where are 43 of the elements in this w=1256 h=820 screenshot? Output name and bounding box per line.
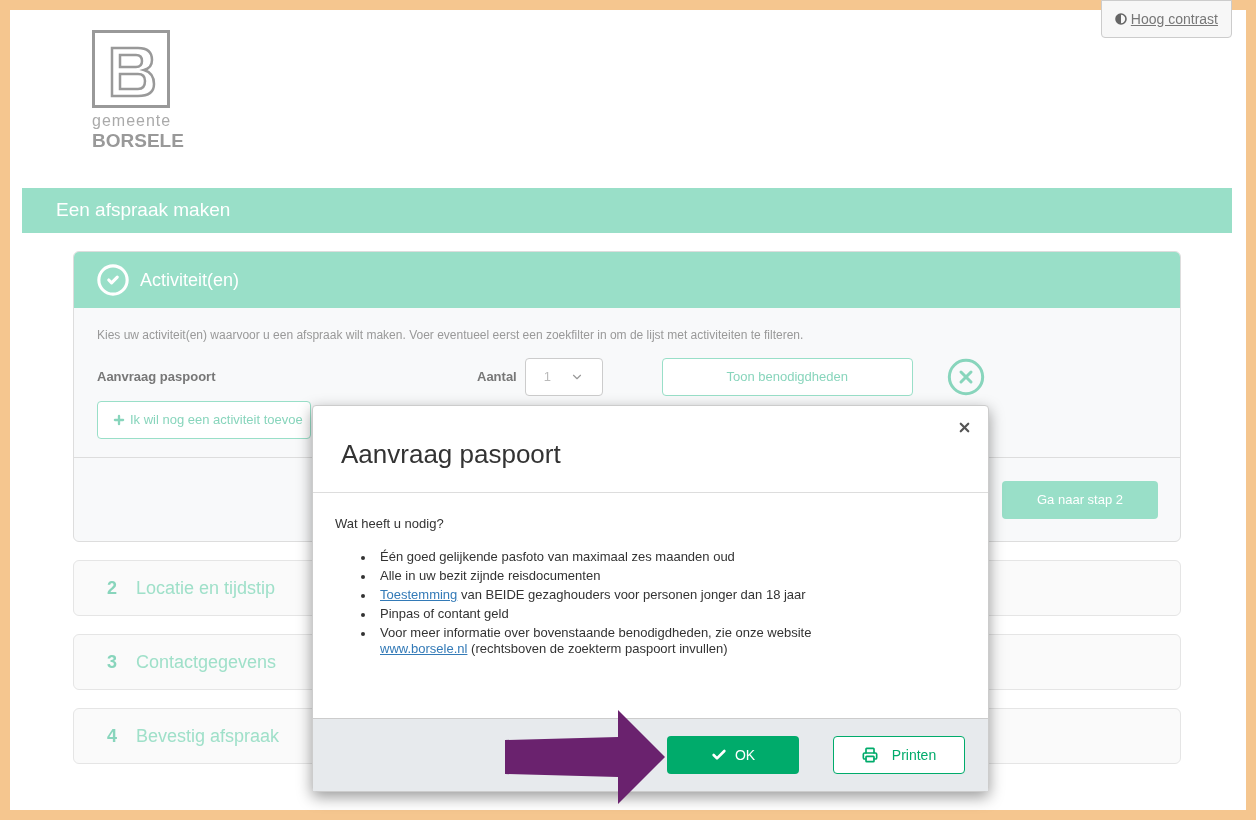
list-item: Pinpas of contant geld (361, 606, 855, 622)
step-title: Contactgegevens (136, 650, 277, 674)
description-text: Kies uw activiteit(en) waarvoor u een afspraak wilt maken. Voer eventueel eerst een zoekfilter in om de lijst met activiteiten te filteren. (97, 327, 805, 344)
list-item: Toestemming van BEIDE gezaghouders voor personen jonger dan 18 jaar (361, 587, 855, 603)
modal-title: Aanvraag paspoort (341, 437, 561, 471)
check-icon (710, 747, 727, 763)
ok-button[interactable]: OK (667, 736, 799, 774)
link[interactable]: Toestemming (380, 587, 458, 602)
bullet-icon (361, 575, 365, 579)
list-item: Één goed gelijkende pasfoto van maximaal zes maanden oud (361, 549, 855, 565)
print-button[interactable]: Printen (833, 736, 965, 774)
step-number: 3 (107, 650, 117, 674)
logo-icon (92, 30, 170, 108)
high-contrast-link[interactable]: Hoog contrast (1100, 0, 1232, 38)
title-bar: Een afspraak maken (22, 188, 1232, 233)
close-circle-icon (945, 357, 986, 397)
logo-text: gemeente (92, 113, 172, 129)
bullet-icon (361, 632, 365, 636)
bullet-icon (361, 594, 365, 598)
close-button[interactable] (957, 420, 972, 435)
list-item: Alle in uw bezit zijnde reisdocumenten (361, 568, 855, 584)
step-title: Bevestig afspraak (136, 724, 280, 748)
next-step-button[interactable]: Ga naar stap 2 (1002, 480, 1158, 519)
link[interactable]: www.borsele.nl (380, 641, 468, 656)
show-requirements-button[interactable]: Toon benodigdheden (661, 358, 913, 396)
bullet-icon (361, 613, 365, 617)
printer-icon (861, 747, 878, 763)
intro-text: Wat heeft u nodig? (335, 516, 444, 531)
step-header[interactable]: Activiteit(en) (74, 252, 1180, 308)
count-select[interactable]: 1 (524, 358, 603, 396)
close-icon (957, 420, 972, 435)
plus-icon (112, 413, 126, 427)
check-circle-icon (96, 263, 130, 297)
step-number: 4 (107, 724, 117, 748)
contrast-icon (1114, 13, 1127, 25)
count-label: Aantal (477, 368, 517, 387)
step-title: Locatie en tijdstip (136, 576, 276, 600)
bullet-icon (361, 556, 365, 560)
logo-text: BORSELE (92, 129, 184, 153)
add-activity-button[interactable]: Ik wil nog een activiteit toevoe (97, 401, 311, 439)
activity-name: Aanvraag paspoort (97, 368, 217, 387)
list-item: Voor meer informatie over bovenstaande benodigdheden, zie onze website www.borsele.nl (rechtsboven de zoekterm paspoort invullen) (361, 625, 855, 657)
step-number: 2 (107, 576, 117, 600)
